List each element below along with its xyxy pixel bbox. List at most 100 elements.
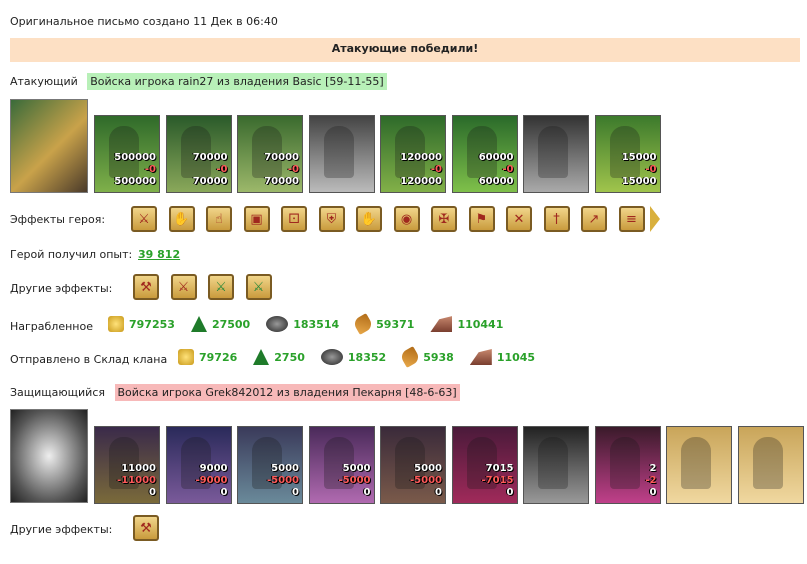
attacker-unit-card[interactable]: 60000 -0 60000 xyxy=(451,115,518,193)
defender-unit-card[interactable] xyxy=(523,426,589,504)
resource-value: 18352 xyxy=(347,350,387,364)
hero-exp-value[interactable]: 39 812 xyxy=(138,248,180,261)
clan-storage-label: Отправлено в Склад клана xyxy=(10,353,168,366)
resource-value: 79726 xyxy=(199,350,238,364)
handshake-effect-icon[interactable]: ✋ xyxy=(168,206,195,232)
unit-count-top: 70000 xyxy=(264,152,299,163)
unit-count-mid: -9000 xyxy=(195,475,228,486)
sword-green-effect-icon[interactable]: ⚔ xyxy=(208,274,234,300)
unit-count-bot: 15000 xyxy=(621,176,657,187)
chest-effect-icon[interactable]: ▣ xyxy=(243,206,270,232)
crossed-axes-effect-icon[interactable]: ✕ xyxy=(506,206,532,232)
wood-icon xyxy=(253,349,270,365)
sword-green-effect-icon[interactable]: ⚔ xyxy=(245,274,272,300)
unit-count-top: 2 xyxy=(649,463,657,474)
defender-label: Защищающийся Войска игрока Grek842012 из… xyxy=(10,384,460,401)
defender-unit-card[interactable] xyxy=(666,426,732,504)
hand-effect-icon[interactable]: ☝ xyxy=(206,206,232,232)
unit-count-mid: -0 xyxy=(287,164,299,175)
unit-count-mid: -5000 xyxy=(410,475,442,486)
defender-unit-card[interactable]: 5000 -5000 0 xyxy=(380,426,446,504)
axe-effect-icon[interactable]: ⚒ xyxy=(133,274,159,300)
defender-unit-card[interactable] xyxy=(737,426,804,504)
resource-value: 59371 xyxy=(376,317,415,331)
unit-count-bot: 0 xyxy=(435,487,442,498)
resource-value: 797253 xyxy=(129,317,175,331)
unit-count-bot: 0 xyxy=(506,487,514,498)
resource-value: 27500 xyxy=(211,317,251,331)
defender-unit-card[interactable]: 7015 -7015 0 xyxy=(451,426,518,504)
unit-figure-icon xyxy=(681,437,711,489)
letter-created-text: Оригинальное письмо создано 11 Дек в 06:… xyxy=(10,15,278,28)
unit-figure-icon xyxy=(538,437,568,489)
attacker-unit-card[interactable]: 120000 -0 120000 xyxy=(380,115,446,193)
resource-value: 11045 xyxy=(496,350,536,364)
defender-army-link[interactable]: Войска игрока Grek842012 из владения Пек… xyxy=(114,384,460,401)
unit-count-top: 500000 xyxy=(114,152,156,163)
attacker-unit-card[interactable] xyxy=(308,115,375,193)
dice-effect-icon[interactable]: ⚀ xyxy=(281,206,307,232)
scroll-right-arrow-icon[interactable] xyxy=(650,206,660,232)
unit-count-bot: 0 xyxy=(220,487,228,498)
clan-resources: 79726 2750 18352 5938 11045 xyxy=(178,346,551,368)
gold-icon xyxy=(178,349,194,365)
clay-icon xyxy=(430,316,453,332)
axe-effect-icon[interactable]: ⚒ xyxy=(133,515,159,541)
sword-effect-icon[interactable]: ⚔ xyxy=(170,274,197,300)
hand-shield-effect-icon[interactable]: ✋ xyxy=(356,206,382,232)
defender-unit-card[interactable]: 9000 -9000 0 xyxy=(165,426,232,504)
attacker-army-link[interactable]: Войска игрока rain27 из владения Basic [… xyxy=(87,73,387,90)
attacker-unit-card[interactable]: 15000 -0 15000 xyxy=(594,115,661,193)
unit-count-mid: -0 xyxy=(645,164,657,175)
resource-value: 183514 xyxy=(293,317,340,331)
unit-count-bot: 70000 xyxy=(192,176,228,187)
attacker-unit-card[interactable]: 500000 -0 500000 xyxy=(94,115,160,193)
unit-count-bot: 60000 xyxy=(478,176,514,187)
unit-count-mid: -2 xyxy=(645,475,657,486)
defender-unit-card[interactable]: 11000 -11000 0 xyxy=(94,426,160,504)
attacker-unit-card[interactable]: 70000 -0 70000 xyxy=(165,115,232,193)
unit-count-mid: -0 xyxy=(430,164,442,175)
unit-figure-icon xyxy=(752,437,783,489)
defender-unit-card[interactable]: 5000 -5000 0 xyxy=(308,426,375,504)
banner-effect-icon[interactable]: ⚑ xyxy=(468,206,495,232)
unit-count-bot: 500000 xyxy=(114,176,156,187)
attacker-unit-card[interactable]: 70000 -0 70000 xyxy=(237,115,303,193)
attacker-hero-portrait[interactable] xyxy=(10,99,88,193)
ore-icon xyxy=(320,349,343,365)
resource-value: 2750 xyxy=(274,350,305,364)
unit-figure-icon xyxy=(609,437,640,489)
unit-count-mid: -0 xyxy=(502,164,514,175)
shield-effect-icon[interactable]: ⛨ xyxy=(318,206,345,232)
defender-unit-card[interactable]: 5000 -5000 0 xyxy=(237,426,303,504)
unit-count-bot: 0 xyxy=(149,487,156,498)
attacker-unit-card[interactable] xyxy=(523,115,589,193)
gold-icon xyxy=(108,316,124,332)
wheat-icon xyxy=(399,346,422,368)
unit-count-bot: 70000 xyxy=(264,176,299,187)
unit-count-bot: 0 xyxy=(292,487,299,498)
unit-count-top: 120000 xyxy=(400,152,442,163)
crest-effect-icon[interactable]: ✠ xyxy=(431,206,457,232)
dagger-effect-icon[interactable]: † xyxy=(543,206,570,232)
spear-effect-icon[interactable]: ↗ xyxy=(581,206,607,232)
defender-other-effects-label: Другие эффекты: xyxy=(10,523,113,536)
unit-count-top: 5000 xyxy=(342,463,371,474)
unit-count-mid: -0 xyxy=(216,164,228,175)
unit-count-mid: -11000 xyxy=(117,475,156,486)
unit-count-mid: -5000 xyxy=(267,475,299,486)
loot-label: Награбленное xyxy=(10,320,93,333)
battle-result-banner: Атакующие победили! xyxy=(10,38,800,62)
unit-count-top: 11000 xyxy=(121,463,156,474)
unit-count-bot: 0 xyxy=(649,487,657,498)
pouch-effect-icon[interactable]: ◉ xyxy=(393,206,420,232)
unit-count-mid: -7015 xyxy=(481,475,514,486)
resource-value: 110441 xyxy=(457,317,504,331)
ore-icon xyxy=(266,316,289,332)
unit-count-top: 5000 xyxy=(271,463,299,474)
unit-count-bot: 120000 xyxy=(400,176,442,187)
defender-hero-portrait[interactable] xyxy=(10,409,88,503)
defender-unit-card[interactable]: 2 -2 0 xyxy=(594,426,661,504)
sword-effect-icon[interactable]: ⚔ xyxy=(131,206,157,232)
scroll-effect-icon[interactable]: ≡ xyxy=(618,206,645,232)
